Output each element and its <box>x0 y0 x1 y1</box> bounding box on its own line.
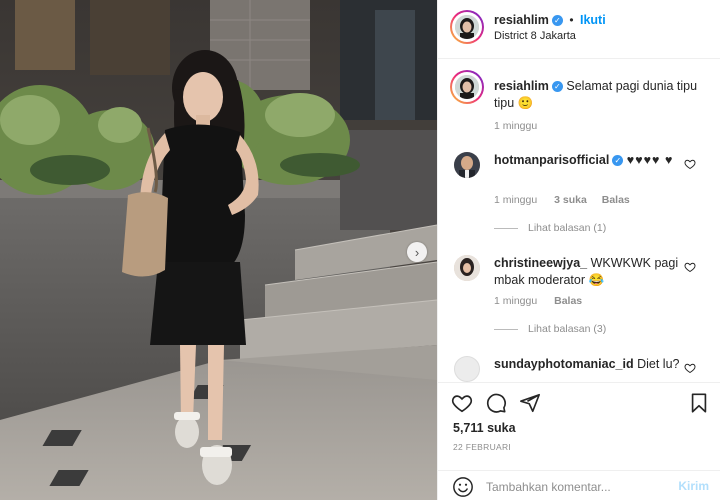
post-date[interactable]: 22 FEBRUARI <box>453 442 511 452</box>
caption-time[interactable]: 1 minggu <box>494 120 537 132</box>
reply-button[interactable]: Balas <box>602 194 630 206</box>
post-actions: 5,711 suka 22 FEBRUARI Kirim <box>438 382 720 501</box>
commenter-avatar[interactable] <box>454 356 480 382</box>
comment-item: sundayphotomaniac_id Diet lu? <box>438 354 720 382</box>
view-replies-label: Lihat balasan (1) <box>528 222 607 234</box>
next-photo-button[interactable]: › <box>407 242 427 262</box>
send-comment-button[interactable]: Kirim <box>678 479 709 493</box>
comment-input[interactable] <box>484 477 668 497</box>
comment-like-icon[interactable] <box>684 362 696 374</box>
caption-avatar-ring[interactable] <box>450 70 484 104</box>
view-replies[interactable]: Lihat balasan (3) <box>494 323 606 335</box>
comment-time[interactable]: 1 minggu <box>494 295 537 307</box>
commenter-avatar[interactable] <box>454 152 480 178</box>
emoji-icon[interactable] <box>452 476 474 498</box>
author-username[interactable]: resiahlim <box>494 13 549 27</box>
commenter-username[interactable]: sundayphotomaniac_id <box>494 357 634 371</box>
reply-button[interactable]: Balas <box>554 295 582 307</box>
comment-like-icon[interactable] <box>684 158 696 170</box>
add-comment-bar: Kirim <box>438 470 720 502</box>
separator-dot: • <box>569 13 574 27</box>
chevron-right-icon: › <box>414 244 420 260</box>
comment-text: ♥♥♥♥ ♥ <box>626 153 674 167</box>
post-location[interactable]: District 8 Jakarta <box>494 30 576 42</box>
post-photo[interactable]: › <box>0 0 437 500</box>
caption-avatar <box>455 75 479 99</box>
post-detail-panel: resiahlim ✓ • Ikuti District 8 Jakarta re… <box>437 0 720 500</box>
author-avatar-ring[interactable] <box>450 10 484 44</box>
commenter-avatar[interactable] <box>454 255 480 281</box>
verified-icon: ✓ <box>551 15 563 26</box>
view-replies-label: Lihat balasan (3) <box>528 323 607 335</box>
share-icon[interactable] <box>519 392 541 414</box>
follow-button[interactable]: Ikuti <box>580 13 606 27</box>
comment-likes[interactable]: 3 suka <box>554 194 587 206</box>
bookmark-icon[interactable] <box>688 392 710 414</box>
view-replies[interactable]: Lihat balasan (1) <box>494 222 606 234</box>
comment-text: Diet lu? <box>637 357 680 371</box>
replies-divider <box>494 328 518 330</box>
commenter-username[interactable]: christineewjya_ <box>494 256 587 270</box>
commenter-username[interactable]: hotmanparisofficial <box>494 153 609 167</box>
comment-icon[interactable] <box>485 392 507 414</box>
heart-icon[interactable] <box>451 392 473 414</box>
post-header: resiahlim ✓ • Ikuti District 8 Jakarta <box>438 0 720 59</box>
author-avatar <box>455 15 479 39</box>
photo-illustration <box>0 0 437 500</box>
verified-icon: ✓ <box>551 81 563 92</box>
verified-icon: ✓ <box>612 155 624 166</box>
comment-like-icon[interactable] <box>684 261 696 273</box>
caption-username[interactable]: resiahlim <box>494 79 549 93</box>
comment-time[interactable]: 1 minggu <box>494 194 537 206</box>
like-count[interactable]: 5,711 suka <box>453 421 516 435</box>
replies-divider <box>494 227 518 229</box>
